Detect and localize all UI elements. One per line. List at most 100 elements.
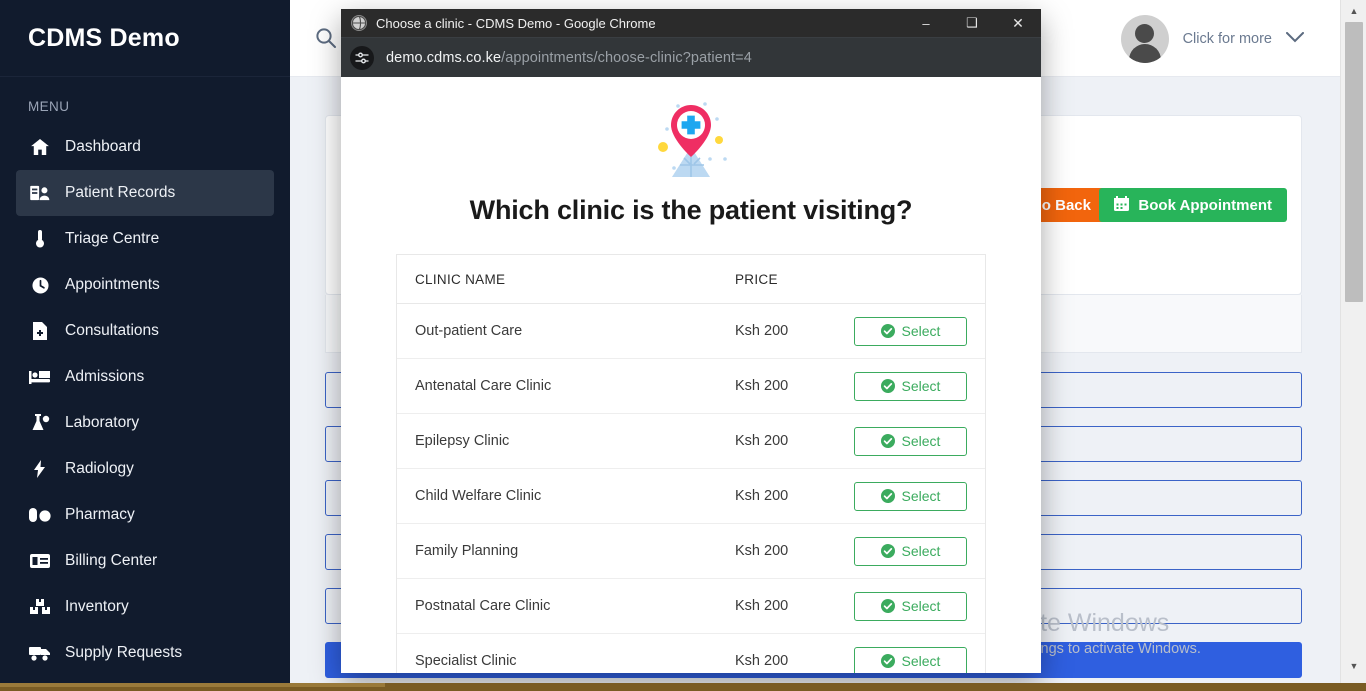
sidebar-item-admissions[interactable]: Admissions — [16, 354, 274, 400]
select-clinic-button[interactable]: Select — [854, 591, 967, 621]
select-button-label: Select — [901, 653, 941, 669]
boxes-icon — [29, 598, 51, 616]
clinic-price: Ksh 200 — [735, 378, 789, 394]
clinic-name: Family Planning — [415, 543, 519, 559]
chrome-viewport: Which clinic is the patient visiting? CL… — [341, 77, 1041, 673]
clinic-price: Ksh 200 — [735, 543, 789, 559]
book-appointment-button[interactable]: Book Appointment — [1099, 188, 1287, 222]
table-row: Specialist Clinic Ksh 200 Select — [397, 634, 985, 673]
search-icon[interactable] — [315, 27, 337, 49]
sidebar-item-laboratory[interactable]: Laboratory — [16, 400, 274, 446]
chevron-down-icon[interactable] — [1286, 31, 1304, 47]
check-circle-icon — [880, 324, 895, 338]
sidebar-item-label: Triage Centre — [65, 230, 160, 247]
taskbar-segment — [0, 683, 385, 687]
clinic-name: Child Welfare Clinic — [415, 488, 542, 504]
sidebar-item-consultations[interactable]: Consultations — [16, 308, 274, 354]
screen: CDMS Demo MENU Dashboard Patient Records… — [0, 0, 1366, 691]
sidebar-item-dashboard[interactable]: Dashboard — [16, 124, 274, 170]
select-clinic-button[interactable]: Select — [854, 481, 967, 511]
sidebar-item-label: Dashboard — [65, 138, 141, 155]
chrome-window: Choose a clinic - CDMS Demo - Google Chr… — [341, 9, 1041, 673]
clock-icon — [29, 276, 51, 294]
table-row: Child Welfare Clinic Ksh 200 Select — [397, 469, 985, 524]
pills-icon — [29, 506, 51, 524]
scrollbar-thumb[interactable] — [1345, 22, 1363, 302]
table-row: Postnatal Care Clinic Ksh 200 Select — [397, 579, 985, 634]
app-brand: CDMS Demo — [0, 0, 290, 77]
sidebar-item-triage-centre[interactable]: Triage Centre — [16, 216, 274, 262]
clinic-name: Epilepsy Clinic — [415, 433, 510, 449]
close-button[interactable]: ✕ — [995, 9, 1041, 37]
globe-icon — [351, 15, 367, 31]
window-controls: – ❑ ✕ — [903, 9, 1041, 37]
avatar — [1120, 14, 1169, 63]
maximize-button[interactable]: ❑ — [949, 9, 995, 37]
page-scrollbar[interactable]: ▲ ▼ — [1340, 0, 1366, 683]
scroll-down-icon[interactable]: ▼ — [1341, 657, 1366, 675]
sidebar-item-inventory[interactable]: Inventory — [16, 584, 274, 630]
calendar-icon — [1114, 195, 1130, 215]
sidebar-item-label: Appointments — [65, 276, 160, 293]
check-circle-icon — [880, 544, 895, 558]
page-title: Which clinic is the patient visiting? — [469, 195, 913, 225]
table-row: Antenatal Care Clinic Ksh 200 Select — [397, 359, 985, 414]
clinic-name: Specialist Clinic — [415, 653, 517, 669]
sidebar-item-label: Consultations — [65, 322, 159, 339]
sidebar-item-billing-center[interactable]: Billing Center — [16, 538, 274, 584]
clinic-price: Ksh 200 — [735, 488, 789, 504]
chrome-title-bar[interactable]: Choose a clinic - CDMS Demo - Google Chr… — [341, 9, 1041, 37]
select-clinic-button[interactable]: Select — [854, 371, 967, 401]
sidebar-item-label: Admissions — [65, 368, 145, 385]
user-menu[interactable]: Click for more — [1120, 0, 1304, 77]
select-button-label: Select — [901, 323, 941, 339]
sidebar-item-label: Inventory — [65, 598, 129, 615]
sidebar-item-patient-records[interactable]: Patient Records — [16, 170, 274, 216]
url-text: demo.cdms.co.ke/appointments/choose-clin… — [386, 50, 752, 66]
select-button-label: Select — [901, 433, 941, 449]
url-host: demo.cdms.co.ke — [386, 49, 502, 66]
chrome-address-bar[interactable]: demo.cdms.co.ke/appointments/choose-clin… — [341, 37, 1041, 77]
clinic-table-header: CLINIC NAME PRICE — [397, 255, 985, 304]
select-button-label: Select — [901, 543, 941, 559]
check-circle-icon — [880, 489, 895, 503]
sidebar-item-appointments[interactable]: Appointments — [16, 262, 274, 308]
check-circle-icon — [880, 599, 895, 613]
select-button-label: Select — [901, 488, 941, 504]
file-medical-icon — [29, 322, 51, 340]
url-path: /appointments/choose-clinic?patient=4 — [501, 49, 752, 66]
sidebar-menu-label: MENU — [28, 99, 70, 114]
sidebar-item-label: Radiology — [65, 460, 134, 477]
sidebar-item-supply-requests[interactable]: Supply Requests — [16, 630, 274, 676]
sidebar-item-label: Laboratory — [65, 414, 140, 431]
delivery-truck-icon — [29, 644, 51, 662]
home-icon — [29, 138, 51, 156]
clinic-price: Ksh 200 — [735, 653, 789, 669]
clinic-name: Out-patient Care — [415, 323, 523, 339]
bolt-icon — [29, 460, 51, 478]
select-clinic-button[interactable]: Select — [854, 316, 967, 346]
sidebar-item-label: Supply Requests — [65, 644, 183, 661]
book-appointment-label: Book Appointment — [1138, 196, 1272, 214]
hospital-bed-icon — [29, 368, 51, 386]
column-header-price: PRICE — [735, 271, 778, 287]
clinic-price: Ksh 200 — [735, 323, 789, 339]
select-clinic-button[interactable]: Select — [854, 646, 967, 673]
select-button-label: Select — [901, 598, 941, 614]
select-button-label: Select — [901, 378, 941, 394]
table-row: Family Planning Ksh 200 Select — [397, 524, 985, 579]
clinic-location-pin-icon — [341, 77, 1041, 179]
sidebar-item-pharmacy[interactable]: Pharmacy — [16, 492, 274, 538]
clinic-price: Ksh 200 — [735, 433, 789, 449]
patient-records-icon — [29, 184, 51, 202]
sidebar-item-label: Patient Records — [65, 184, 176, 201]
table-row: Out-patient Care Ksh 200 Select — [397, 304, 985, 359]
scroll-up-icon[interactable]: ▲ — [1341, 2, 1366, 20]
select-clinic-button[interactable]: Select — [854, 426, 967, 456]
select-clinic-button[interactable]: Select — [854, 536, 967, 566]
site-settings-icon[interactable] — [350, 45, 374, 70]
table-row: Epilepsy Clinic Ksh 200 Select — [397, 414, 985, 469]
minimize-button[interactable]: – — [903, 9, 949, 37]
sidebar-item-radiology[interactable]: Radiology — [16, 446, 274, 492]
check-circle-icon — [880, 434, 895, 448]
